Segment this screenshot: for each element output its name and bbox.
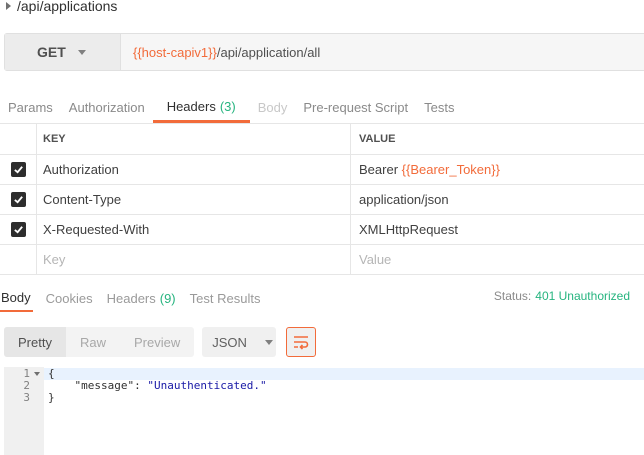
tab-response-body[interactable]: Body	[0, 284, 33, 312]
tab-label: Authorization	[68, 100, 145, 115]
breadcrumb[interactable]: /api/applications	[0, 0, 117, 16]
format-select[interactable]: JSON	[202, 327, 277, 357]
response-body-editor[interactable]: 1 2 3 { "message": "Unauthenticated." }	[4, 367, 644, 455]
tab-label: Headers	[106, 290, 156, 306]
response-status: Status: 401 Unauthorized	[494, 289, 630, 303]
request-tabs: Params Authorization Headers (3) Body Pre…	[0, 92, 644, 123]
new-key-input[interactable]: Key	[37, 245, 351, 274]
header-value-cell[interactable]: Bearer {{Bearer_Token}}	[351, 155, 644, 184]
row-checkbox[interactable]	[10, 162, 26, 177]
tab-label: Test Results	[189, 290, 261, 306]
json-brace: }	[48, 391, 55, 404]
row-checkbox[interactable]	[10, 222, 26, 237]
response-view-toolbar: Pretty Raw Preview JSON	[4, 327, 317, 357]
line-number: 3	[23, 391, 30, 404]
method-label: GET	[37, 44, 66, 60]
url-path: /api/application/all	[216, 44, 321, 60]
json-separator: :	[134, 379, 148, 392]
checkbox-cell	[0, 215, 37, 244]
row-checkbox[interactable]	[10, 192, 26, 207]
checkbox-column-header	[0, 124, 37, 154]
headers-table: KEY VALUE Authorization Bearer {{Bearer_…	[0, 123, 644, 275]
header-key-cell[interactable]: Content-Type	[37, 185, 351, 214]
status-badge: 401 Unauthorized	[535, 289, 630, 303]
header-key-cell[interactable]: Authorization	[37, 155, 351, 184]
view-preview-button[interactable]: Preview	[120, 327, 194, 357]
url-variable: {{host-capiv1}}	[133, 44, 217, 60]
view-pretty-button[interactable]: Pretty	[4, 327, 66, 357]
header-value-cell[interactable]: XMLHttpRequest	[351, 215, 644, 244]
table-row: Authorization Bearer {{Bearer_Token}}	[0, 155, 644, 185]
request-url-bar: GET {{host-capiv1}}/api/application/all	[4, 33, 644, 71]
column-header-key: KEY	[37, 124, 351, 154]
json-string: "Unauthenticated."	[147, 379, 267, 392]
tab-test-results[interactable]: Test Results	[183, 284, 268, 312]
response-tabs: Body Cookies Headers (9) Test Results Sta…	[0, 284, 644, 312]
chevron-down-icon	[264, 339, 273, 345]
format-label: JSON	[212, 334, 247, 350]
check-icon	[13, 226, 23, 234]
tab-tests[interactable]: Tests	[416, 92, 462, 123]
tab-label: Params	[8, 100, 53, 115]
wrap-lines-button[interactable]	[286, 327, 317, 357]
code-line: }	[44, 392, 644, 404]
table-row: Content-Type application/json	[0, 185, 644, 215]
checkbox-cell	[0, 155, 37, 184]
tab-label: Cookies	[45, 290, 93, 306]
tab-label: Body	[1, 289, 31, 305]
new-value-input[interactable]: Value	[351, 245, 644, 274]
view-mode-segmented: Pretty Raw Preview	[4, 327, 195, 357]
check-icon	[13, 196, 23, 204]
value-variable: {{Bearer_Token}}	[401, 162, 500, 177]
code-line: "message": "Unauthenticated."	[44, 380, 644, 392]
tab-params[interactable]: Params	[0, 92, 61, 123]
json-key: "message"	[74, 379, 135, 392]
tab-response-headers[interactable]: Headers (9)	[100, 284, 183, 312]
column-header-value: VALUE	[359, 133, 396, 145]
tab-label: Body	[257, 100, 288, 115]
line-number-gutter: 1 2 3	[4, 367, 44, 455]
chevron-down-icon	[77, 49, 86, 55]
method-select[interactable]: GET	[5, 34, 121, 70]
checkbox-cell	[0, 245, 37, 274]
table-header-row: KEY VALUE	[0, 124, 644, 155]
tab-headers[interactable]: Headers (3)	[152, 92, 250, 123]
status-label: Status:	[493, 289, 532, 303]
tab-label: Tests	[424, 100, 455, 115]
code-area: { "message": "Unauthenticated." }	[44, 367, 644, 455]
checkbox-cell	[0, 185, 37, 214]
tab-label: Pre-request Script	[303, 100, 409, 115]
tab-cookies[interactable]: Cookies	[39, 284, 100, 312]
check-icon	[13, 166, 23, 174]
header-key-cell[interactable]: X-Requested-With	[37, 215, 351, 244]
tab-count: (3)	[219, 98, 236, 114]
tab-label: Headers	[166, 98, 216, 114]
tab-pre-request-script[interactable]: Pre-request Script	[295, 92, 416, 123]
tab-count: (9)	[159, 290, 176, 306]
expand-triangle-icon	[6, 2, 11, 10]
tab-body[interactable]: Body	[250, 92, 296, 123]
table-row: X-Requested-With XMLHttpRequest	[0, 215, 644, 245]
view-raw-button[interactable]: Raw	[66, 327, 120, 357]
header-value-cell[interactable]: application/json	[351, 185, 644, 214]
wrap-lines-icon	[294, 336, 309, 350]
table-row-new: Key Value	[0, 245, 644, 275]
breadcrumb-label: /api/applications	[17, 0, 118, 14]
tab-authorization[interactable]: Authorization	[61, 92, 153, 123]
url-input[interactable]: {{host-capiv1}}/api/application/all	[121, 34, 644, 70]
value-prefix: Bearer	[359, 162, 402, 177]
